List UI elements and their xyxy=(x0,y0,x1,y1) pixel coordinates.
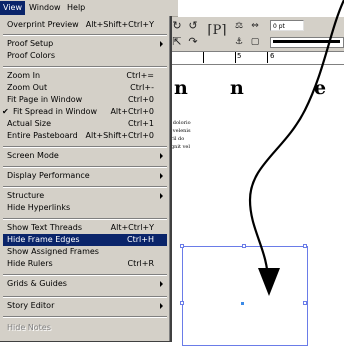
scale-icon[interactable]: ⇱ xyxy=(170,35,184,49)
align-icon[interactable]: ⚖ xyxy=(232,19,246,33)
frame-handle[interactable] xyxy=(180,301,184,305)
menu-item-proof-setup[interactable]: Proof Setup xyxy=(3,38,167,50)
menu-item-fit-page[interactable]: Fit Page in Window Ctrl+0 xyxy=(3,94,167,106)
menu-item-structure[interactable]: Structure xyxy=(3,190,167,202)
submenu-arrow-icon xyxy=(160,41,163,47)
frame-center-point xyxy=(241,302,244,305)
rotate-left-icon[interactable]: ↻ xyxy=(170,19,184,33)
menu-separator xyxy=(3,316,167,318)
menu-item-hide-notes: Hide Notes xyxy=(7,323,51,332)
menu-item-zoom-out[interactable]: Zoom Out Ctrl+- xyxy=(3,82,167,94)
menu-separator xyxy=(3,66,167,68)
submenu-arrow-icon xyxy=(160,153,163,159)
menu-item-fit-spread[interactable]: ✔ Fit Spread in Window Alt+Ctrl+0 xyxy=(2,106,167,118)
menu-item-actual-size[interactable]: Actual Size Ctrl+1 xyxy=(3,118,167,130)
menu-separator xyxy=(3,274,167,276)
body-text-frame: n dolorio h velenis xril do agnit vel xyxy=(168,119,213,151)
rotate-right-icon[interactable]: ↺ xyxy=(186,19,200,33)
ruler-tick xyxy=(203,52,204,63)
menu-separator xyxy=(3,218,167,220)
menu-view[interactable]: View xyxy=(0,1,25,15)
menu-separator xyxy=(3,186,167,188)
ruler-tick xyxy=(267,52,268,63)
frame-handle[interactable] xyxy=(303,301,307,305)
menubar: View Window Help xyxy=(0,0,178,17)
menu-item-story-editor[interactable]: Story Editor xyxy=(3,300,167,312)
wrap-icon[interactable]: ▢ xyxy=(248,35,262,49)
submenu-arrow-icon xyxy=(160,193,163,199)
menu-help[interactable]: Help xyxy=(64,1,88,15)
menu-separator xyxy=(3,166,167,168)
frame-handle[interactable] xyxy=(180,244,184,248)
body-line: agnit vel xyxy=(168,144,190,150)
menu-item-proof-colors[interactable]: Proof Colors xyxy=(3,50,167,62)
menu-item-hide-rulers[interactable]: Hide Rulers Ctrl+R xyxy=(3,258,167,270)
heading-letter: n xyxy=(230,77,244,99)
selected-graphic-frame[interactable] xyxy=(180,244,308,346)
ruler-number: 5 xyxy=(237,52,242,60)
view-menu-dropdown: Overprint Preview Alt+Shift+Ctrl+Y Proof… xyxy=(0,16,172,342)
menu-separator xyxy=(3,296,167,298)
stroke-weight-field[interactable]: 0 pt xyxy=(270,20,304,31)
menu-separator xyxy=(3,146,167,148)
menu-window[interactable]: Window xyxy=(26,1,64,15)
menu-item-hide-frame-edges[interactable]: Hide Frame Edges Ctrl+H xyxy=(3,234,167,246)
heading-letter: e xyxy=(314,77,327,99)
heading-letter: n xyxy=(174,77,188,99)
menu-item-display-performance[interactable]: Display Performance xyxy=(3,170,167,182)
paragraph-p-icon[interactable]: ⌈P⌉ xyxy=(204,24,230,38)
menu-item-overprint-preview[interactable]: Overprint Preview Alt+Shift+Ctrl+Y xyxy=(3,19,167,31)
menu-item-show-text-threads[interactable]: Show Text Threads Alt+Ctrl+Y xyxy=(3,222,167,234)
frame-handle[interactable] xyxy=(303,244,307,248)
menu-item-zoom-in[interactable]: Zoom In Ctrl+= xyxy=(3,70,167,82)
menu-item-hide-hyperlinks[interactable]: Hide Hyperlinks xyxy=(3,202,167,214)
body-line: n dolorio xyxy=(168,120,191,126)
menu-item-grids-guides[interactable]: Grids & Guides xyxy=(3,278,167,290)
flip-icon[interactable]: ↷ xyxy=(186,35,200,49)
frame-handle[interactable] xyxy=(242,244,246,248)
ruler-tick xyxy=(235,52,236,63)
submenu-arrow-icon xyxy=(160,303,163,309)
indesign-window: View Window Help ↻ ↺ ⇱ ↷ ⌈P⌉ ⚖ ⇔ ⚓ ▢ 0 p… xyxy=(0,0,344,346)
anchor-icon[interactable]: ⚓ xyxy=(232,35,246,49)
menu-item-screen-mode[interactable]: Screen Mode xyxy=(3,150,167,162)
stroke-style-swatch[interactable] xyxy=(270,37,344,48)
ruler-number: 6 xyxy=(270,52,275,60)
horizontal-ruler: 5 6 xyxy=(168,51,344,64)
submenu-arrow-icon xyxy=(160,173,163,179)
control-panel-toolbar: ↻ ↺ ⇱ ↷ ⌈P⌉ ⚖ ⇔ ⚓ ▢ 0 pt 5 6 xyxy=(168,17,344,65)
menu-separator xyxy=(3,34,167,36)
menu-item-entire-pasteboard[interactable]: Entire Pasteboard Alt+Shift+Ctrl+0 xyxy=(3,130,167,142)
submenu-arrow-icon xyxy=(160,281,163,287)
body-line: xril do xyxy=(168,136,185,142)
distribute-icon[interactable]: ⇔ xyxy=(248,19,262,33)
body-line: h velenis xyxy=(168,128,191,134)
menu-item-show-assigned-frames[interactable]: Show Assigned Frames xyxy=(3,246,167,258)
